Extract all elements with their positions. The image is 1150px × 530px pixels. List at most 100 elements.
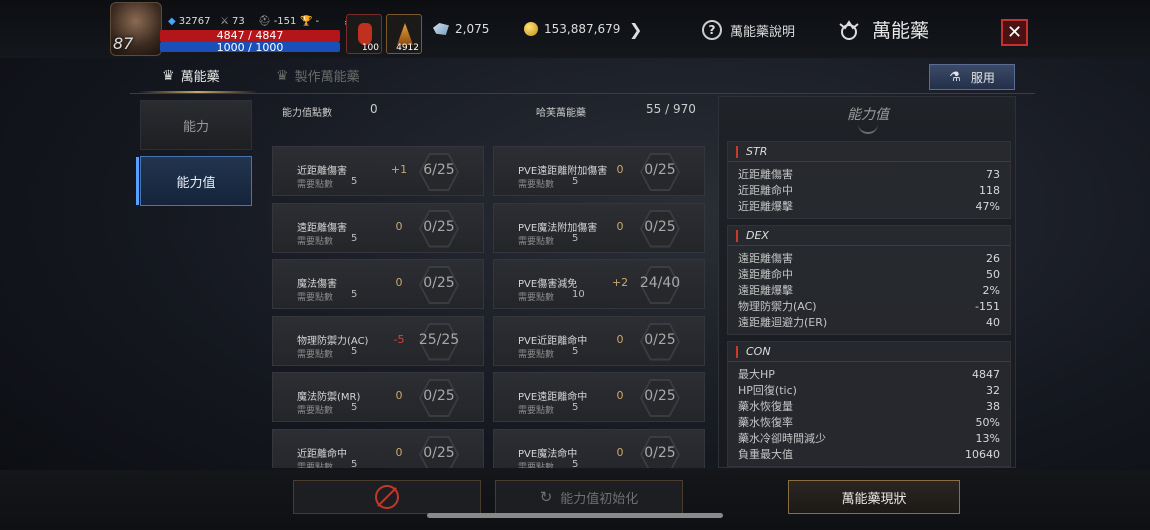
stat-card-req-value: 5 <box>572 345 579 357</box>
stat-row-label: 近距離傷害 <box>738 168 793 181</box>
stat-row: 藥水冷卻時間減少 13% <box>728 430 1010 446</box>
stat-card[interactable]: PVE遠距離命中 需要點數 5 0 0/25 <box>493 372 705 422</box>
stats-panel-title: 能力值 <box>847 107 889 123</box>
stat-card-value: 25/25 <box>418 331 460 348</box>
stat-grid: 能力值點數 0 哈芙萬能藥 55 / 970 近距離傷害 需要點數 5 +1 6/25 遠… <box>262 96 712 468</box>
crown-gear-icon: ♛ <box>276 67 289 84</box>
stat-card[interactable]: PVE魔法命中 需要點數 5 0 0/25 <box>493 428 705 469</box>
gem-currency: 2,075 <box>433 18 489 40</box>
stat-card-req-label: 需要點數 <box>518 293 555 303</box>
stat-card-req-value: 5 <box>351 402 358 413</box>
stat-card-req-label: 需要點數 <box>297 349 334 360</box>
stat-card-req-value: 5 <box>351 458 358 469</box>
stat-row-value: 40 <box>986 315 1000 329</box>
stat-card-bonus: 0 <box>616 332 624 346</box>
halpas-label: 哈芙萬能藥 <box>536 108 586 119</box>
stat-card-req-label: 需要點數 <box>297 406 334 416</box>
stat-card-name: PVE遠距離附加傷害 <box>518 166 608 177</box>
elixir-status-button[interactable]: 萬能藥現狀 <box>788 480 960 514</box>
sidebar-item-stats[interactable]: 能力值 <box>136 156 252 206</box>
stat-card-req-label: 需要點數 <box>518 236 555 247</box>
tab-craft-elixir[interactable]: ♛ 製作萬能藥 <box>276 66 360 86</box>
stat-card-value: 0/25 <box>644 444 676 461</box>
potion-icon: ⚗ <box>949 69 961 85</box>
stat-card-req-value: 5 <box>572 402 579 413</box>
stat-row: 物理防禦力(AC) -151 <box>728 298 1010 314</box>
stat-row: 負重最大值 10640 <box>728 446 1010 462</box>
stat-card-value: 0/25 <box>644 388 676 404</box>
stat-card[interactable]: 近距離命中 需要點數 5 0 0/25 <box>272 428 484 469</box>
stat-card-value: 24/40 <box>639 275 681 291</box>
tab-elixir[interactable]: ♛ 萬能藥 <box>162 66 220 86</box>
stat-section-header: STR <box>728 142 1010 162</box>
item-count: 4912 <box>396 43 419 53</box>
stat-card-value: 6/25 <box>423 162 455 178</box>
stat-card-value: 0/25 <box>423 444 455 461</box>
stat-section-header: CON <box>728 342 1010 362</box>
stat-card-req-value: 5 <box>351 345 358 357</box>
character-level: 87 <box>113 34 134 53</box>
stat-card-bonus: 0 <box>395 219 403 233</box>
potion-slot[interactable]: 100 <box>346 14 382 54</box>
item-slot[interactable]: 4912 <box>386 14 422 54</box>
stat-card-name: 遠距離傷害 <box>297 222 347 234</box>
stat-row-value: 118 <box>979 183 1000 197</box>
stat-card-req-value: 5 <box>351 232 358 244</box>
stat-card[interactable]: 近距離傷害 需要點數 5 +1 6/25 <box>272 146 484 196</box>
stat-card[interactable]: 魔法傷害 需要點數 5 0 0/25 <box>272 259 484 309</box>
close-button[interactable]: ✕ <box>1001 19 1028 46</box>
halpas-value: 55 / 970 <box>646 102 696 116</box>
stat-card-req-value: 5 <box>351 176 358 187</box>
trophy-icon: 🏆 <box>300 16 313 27</box>
stat-card-bonus: 0 <box>616 219 624 233</box>
stat-row: 遠距離命中 50 <box>728 266 1010 282</box>
disabled-action-button[interactable] <box>293 480 481 514</box>
reset-stats-button[interactable]: ↻ 能力值初始化 <box>495 480 683 514</box>
stats-panel: 能力值 STR 近距離傷害 73 近距離命中 118 近距離爆擊 47% DEX 遠距離傷害 26… <box>718 96 1016 468</box>
mp-text: 1000 / 1000 <box>216 41 284 54</box>
stat-card[interactable]: 物理防禦力(AC) 需要點數 5 -5 25/25 <box>272 315 484 366</box>
stat-card-req-label: 需要點數 <box>297 180 334 190</box>
stat-card-bonus: 0 <box>395 276 403 289</box>
stat-row: HP回復(tic) 32 <box>728 382 1010 398</box>
stat-card-req-value: 5 <box>572 176 579 187</box>
help-label: 萬能藥說明 <box>730 24 796 40</box>
chevron-right-icon[interactable]: ❯ <box>629 20 645 39</box>
stat-card-value: 0/25 <box>423 218 455 235</box>
stat-card-req-value: 5 <box>572 232 579 244</box>
stat-card-name: PVE傷害減免 <box>518 279 578 290</box>
stat-card-bonus: -5 <box>393 332 405 346</box>
stat-card[interactable]: 遠距離傷害 需要點數 5 0 0/25 <box>272 202 484 253</box>
stat-row: 藥水恢復率 50% <box>728 414 1010 430</box>
refresh-icon: ↻ <box>539 488 553 506</box>
stat-card-req-value: 5 <box>572 458 579 469</box>
stat-card-name: 近距離傷害 <box>297 166 347 177</box>
stat-row-value: 47% <box>975 199 1000 213</box>
stat-card-req-value: 5 <box>351 289 358 300</box>
stat-card[interactable]: PVE魔法附加傷害 需要點數 5 0 0/25 <box>493 202 705 253</box>
helmet-icon: ⛑ <box>258 16 271 27</box>
stat-row: 藥水恢復量 38 <box>728 398 1010 414</box>
stat-card-bonus: 0 <box>616 389 624 402</box>
use-button[interactable]: ⚗ 服用 <box>929 64 1015 90</box>
stat-row: 遠距離傷害 26 <box>728 250 1010 266</box>
help-button[interactable]: ? 萬能藥說明 <box>702 20 795 40</box>
stat-card[interactable]: PVE近距離命中 需要點數 5 0 0/25 <box>493 315 705 366</box>
stat-card[interactable]: PVE傷害減免 需要點數 10 +2 24/40 <box>493 259 705 309</box>
stat-row-label: HP回復(tic) <box>738 384 797 397</box>
sidebar-item-ability[interactable]: 能力 <box>140 100 252 150</box>
stat-card-name: 近距離命中 <box>297 448 347 460</box>
flame-icon <box>397 23 413 45</box>
points-value: 0 <box>370 102 378 116</box>
scrollbar[interactable] <box>427 513 723 518</box>
stat-row-label: 藥水冷卻時間減少 <box>738 432 826 445</box>
stat-card[interactable]: 魔法防禦(MR) 需要點數 5 0 0/25 <box>272 372 484 422</box>
stat-card-bonus: 0 <box>395 445 403 459</box>
stat-row-label: 遠距離迴避力(ER) <box>738 316 828 329</box>
hp-text: 4847 / 4847 <box>216 29 284 42</box>
stat-card-name: PVE近距離命中 <box>518 335 588 347</box>
stat-card-name: PVE魔法附加傷害 <box>518 222 598 234</box>
stat-ac: ◆ 32767 <box>168 16 211 27</box>
top-bar: 87 ◆ 32767 ⚔ 73 ⛑ -151 🏆 - 4847 / 4847 1000 … <box>0 0 1150 58</box>
stat-card[interactable]: PVE遠距離附加傷害 需要點數 5 0 0/25 <box>493 146 705 196</box>
